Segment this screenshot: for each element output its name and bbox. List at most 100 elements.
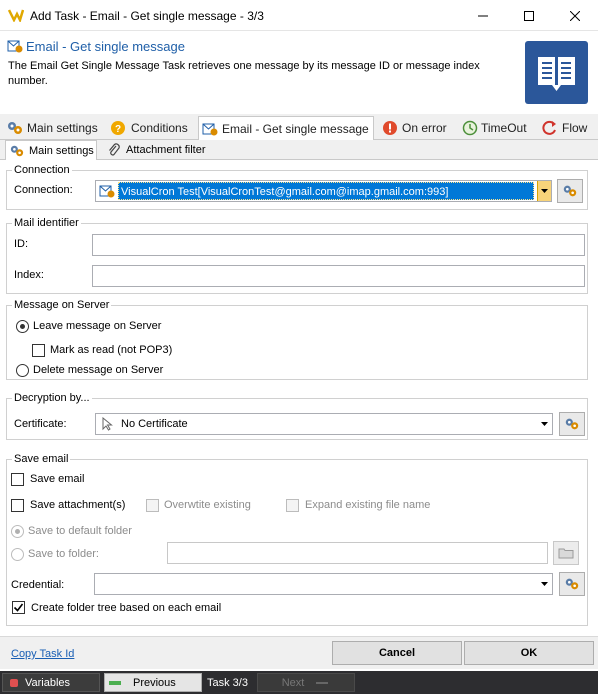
tab-timeout[interactable]: TimeOut [460,116,534,140]
arrow-left-icon [109,680,121,685]
variables-icon [10,678,18,687]
visualcron-app-icon [8,9,24,22]
next-button[interactable]: Next [257,673,355,692]
save-attachments-label: Save attachment(s) [30,499,126,511]
save-default-folder-radio[interactable] [11,525,24,538]
previous-button[interactable]: Previous [104,673,202,692]
tab-conditions[interactable]: ? Conditions [108,116,194,140]
variables-label: Variables [25,676,71,689]
previous-label: Previous [133,676,176,689]
title-bar: Add Task - Email - Get single message - … [0,0,598,31]
document-logo-icon [525,41,588,104]
subtab-attachment-filter[interactable]: Attachment filter [104,140,214,160]
delete-message-label: Delete message on Server [33,364,164,376]
arrow-right-icon [316,681,329,684]
group-legend: Mail identifier [12,217,81,229]
variables-button[interactable]: Variables [2,673,100,692]
group-legend: Connection [12,164,72,176]
group-legend: Save email [12,453,71,465]
save-attachments-checkbox[interactable] [11,499,24,512]
overwrite-existing-label: Overwtite existing [164,499,251,511]
create-folder-tree-checkbox[interactable] [12,601,25,614]
ok-button[interactable]: OK [464,641,594,665]
email-task-icon [7,40,23,53]
certificate-select[interactable]: No Certificate [95,413,553,435]
mark-as-read-checkbox[interactable] [32,344,45,357]
save-default-folder-label: Save to default folder [28,525,132,537]
gears-icon [563,185,577,197]
minimize-button[interactable] [460,0,506,31]
close-icon [570,10,580,21]
maximize-icon [524,10,534,21]
save-to-folder-label: Save to folder: [28,548,99,560]
credential-select[interactable] [94,573,553,595]
delete-message-radio[interactable] [16,364,29,377]
connection-label: Connection: [14,184,73,196]
tab-label: Email - Get single message [222,122,369,136]
gears-icon [565,418,579,430]
save-to-folder-radio[interactable] [11,548,24,561]
window-title: Add Task - Email - Get single message - … [30,9,264,23]
connection-value: VisualCron Test[VisualCronTest@gmail.com… [118,182,534,200]
save-email-checkbox[interactable] [11,473,24,486]
gears-icon [10,145,24,157]
close-button[interactable] [552,0,598,31]
task-progress: Task 3/3 [207,676,248,689]
folder-path-input[interactable] [167,542,548,564]
credential-label: Credential: [11,579,65,591]
folder-icon [558,548,574,559]
svg-text:?: ? [115,124,121,135]
expand-file-name-checkbox[interactable] [286,499,299,512]
tab-email-get-single-message[interactable]: Email - Get single message [198,116,374,141]
subtab-main-settings[interactable]: Main settings [5,140,97,161]
flow-icon [542,120,556,135]
id-input[interactable] [92,234,585,256]
chevron-down-icon[interactable] [537,181,551,201]
error-icon [383,121,397,135]
save-email-label: Save email [30,473,85,485]
tab-label: TimeOut [481,121,527,135]
tab-label: Flow [562,121,588,135]
gears-icon [565,578,579,590]
paperclip-icon [109,143,120,156]
page-description: The Email Get Single Message Task retrie… [8,60,480,87]
certificate-label: Certificate: [14,418,67,430]
email-task-icon [202,123,218,136]
tab-label: On error [402,121,447,135]
chevron-down-icon[interactable] [541,422,548,426]
copy-task-id-link[interactable]: Copy Task Id [11,648,74,660]
tab-label: Conditions [131,121,188,135]
tab-main-settings[interactable]: Main settings [4,116,102,140]
subtab-label: Main settings [29,145,94,157]
group-legend: Message on Server [12,299,112,311]
browse-folder-button[interactable] [553,541,579,565]
tab-flow[interactable]: Flow [540,116,594,140]
certificate-value: No Certificate [121,418,188,430]
cancel-button[interactable]: Cancel [332,641,462,665]
overwrite-existing-checkbox[interactable] [146,499,159,512]
tab-on-error[interactable]: On error [380,116,454,140]
id-label: ID: [14,238,29,250]
leave-message-radio[interactable] [16,320,29,333]
pointer-icon [102,417,113,431]
credential-settings-button[interactable] [559,572,585,596]
minimize-icon [478,15,488,16]
subtab-label: Attachment filter [126,144,206,156]
gears-icon [8,122,22,134]
question-icon: ? [111,121,125,135]
certificate-settings-button[interactable] [559,412,585,436]
mark-as-read-label: Mark as read (not POP3) [50,344,173,356]
email-task-icon [99,185,115,198]
connection-settings-button[interactable] [557,179,583,203]
page-title: Email - Get single message [26,39,185,54]
chevron-down-icon[interactable] [541,582,548,586]
leave-message-label: Leave message on Server [33,320,162,332]
connection-select[interactable]: VisualCron Test[VisualCronTest@gmail.com… [95,180,552,202]
expand-file-name-label: Expand existing file name [305,499,431,511]
create-folder-tree-label: Create folder tree based on each email [31,602,222,614]
next-label: Next [281,676,305,689]
timeout-icon [462,120,478,136]
index-input[interactable] [92,265,585,287]
maximize-button[interactable] [506,0,552,31]
index-label: Index: [14,269,44,281]
